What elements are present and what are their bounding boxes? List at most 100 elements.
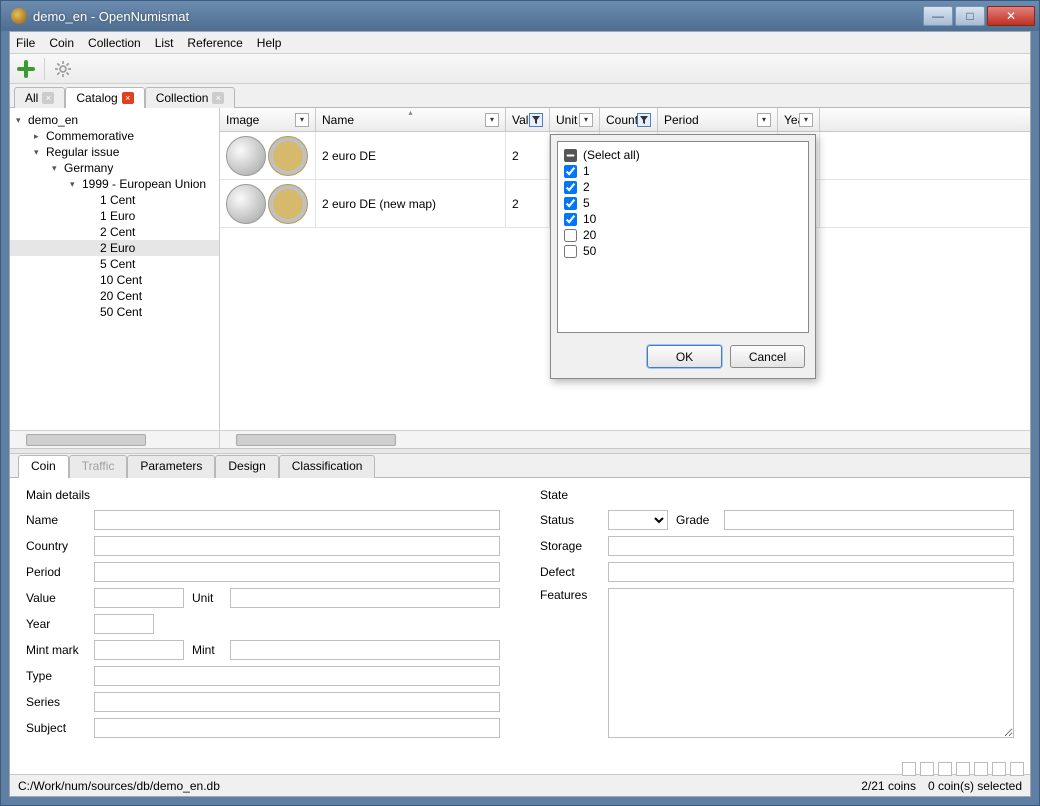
thumb-slot[interactable] bbox=[938, 762, 952, 776]
tab-close-icon[interactable]: × bbox=[212, 92, 224, 104]
tree-item[interactable]: 10 Cent bbox=[10, 272, 219, 288]
tab-label: Catalog bbox=[76, 91, 117, 105]
minimize-button[interactable]: — bbox=[923, 6, 953, 26]
column-filter-icon[interactable] bbox=[637, 113, 651, 127]
period-field[interactable] bbox=[94, 562, 500, 582]
column-filter-icon[interactable]: ▾ bbox=[579, 113, 593, 127]
filter-option[interactable]: 50 bbox=[564, 244, 802, 258]
series-field[interactable] bbox=[94, 692, 500, 712]
tab-collection[interactable]: Collection × bbox=[145, 87, 236, 108]
coin-reverse-icon bbox=[268, 184, 308, 224]
unit-field[interactable] bbox=[230, 588, 500, 608]
mintmark-field[interactable] bbox=[94, 640, 184, 660]
grid-hscroll[interactable] bbox=[220, 430, 1030, 448]
filter-select-all[interactable]: (Select all) bbox=[564, 148, 802, 162]
menu-coin[interactable]: Coin bbox=[49, 36, 74, 50]
label-mintmark: Mint mark bbox=[26, 643, 86, 657]
filter-option[interactable]: 1 bbox=[564, 164, 802, 178]
thumb-slot[interactable] bbox=[992, 762, 1006, 776]
column-filter-icon[interactable]: ▾ bbox=[485, 113, 499, 127]
subject-field[interactable] bbox=[94, 718, 500, 738]
country-field[interactable] bbox=[94, 536, 500, 556]
filter-option[interactable]: 5 bbox=[564, 196, 802, 210]
storage-field[interactable] bbox=[608, 536, 1014, 556]
ok-button[interactable]: OK bbox=[647, 345, 722, 368]
menu-collection[interactable]: Collection bbox=[88, 36, 141, 50]
defect-field[interactable] bbox=[608, 562, 1014, 582]
tree[interactable]: ▾demo_en▸Commemorative▾Regular issue▾Ger… bbox=[10, 108, 219, 430]
menu-help[interactable]: Help bbox=[257, 36, 282, 50]
features-field[interactable] bbox=[608, 588, 1014, 738]
detail-tab-coin[interactable]: Coin bbox=[18, 455, 69, 478]
tree-item[interactable]: 5 Cent bbox=[10, 256, 219, 272]
tree-item[interactable]: 2 Euro bbox=[10, 240, 219, 256]
toolbar-separator bbox=[44, 58, 45, 80]
thumb-slot[interactable] bbox=[1010, 762, 1024, 776]
mint-field[interactable] bbox=[230, 640, 500, 660]
thumb-slot[interactable] bbox=[974, 762, 988, 776]
thumb-slot[interactable] bbox=[920, 762, 934, 776]
tree-item[interactable]: 2 Cent bbox=[10, 224, 219, 240]
tree-item[interactable]: ▾demo_en bbox=[10, 112, 219, 128]
tree-item[interactable]: 1 Cent bbox=[10, 192, 219, 208]
filter-option[interactable]: 2 bbox=[564, 180, 802, 194]
status-select[interactable] bbox=[608, 510, 668, 530]
filter-checkbox[interactable] bbox=[564, 245, 577, 258]
filter-checkbox[interactable] bbox=[564, 197, 577, 210]
tree-item[interactable]: ▾Regular issue bbox=[10, 144, 219, 160]
maximize-button[interactable]: □ bbox=[955, 6, 985, 26]
tab-close-icon[interactable]: × bbox=[122, 92, 134, 104]
gear-icon[interactable] bbox=[53, 59, 73, 79]
close-button[interactable]: ✕ bbox=[987, 6, 1035, 26]
column-filter-icon[interactable] bbox=[529, 113, 543, 127]
menu-reference[interactable]: Reference bbox=[187, 36, 242, 50]
menu-bar: File Coin Collection List Reference Help bbox=[10, 32, 1030, 54]
thumb-slot[interactable] bbox=[902, 762, 916, 776]
value-field[interactable] bbox=[94, 588, 184, 608]
detail-body: Main details Name Country Period Value U… bbox=[10, 478, 1030, 774]
cancel-button[interactable]: Cancel bbox=[730, 345, 805, 368]
menu-list[interactable]: List bbox=[155, 36, 174, 50]
column-filter-icon[interactable]: ▾ bbox=[295, 113, 309, 127]
detail-tab-parameters[interactable]: Parameters bbox=[127, 455, 215, 478]
tree-item[interactable]: 50 Cent bbox=[10, 304, 219, 320]
year-field[interactable] bbox=[94, 614, 154, 634]
tab-all[interactable]: All × bbox=[14, 87, 65, 108]
column-header-unit[interactable]: Unit▾ bbox=[550, 108, 600, 131]
thumb-slot[interactable] bbox=[956, 762, 970, 776]
add-icon[interactable] bbox=[16, 59, 36, 79]
column-header-name[interactable]: Name▾▴ bbox=[316, 108, 506, 131]
filter-checkbox[interactable] bbox=[564, 181, 577, 194]
filter-checkbox[interactable] bbox=[564, 213, 577, 226]
filter-option[interactable]: 10 bbox=[564, 212, 802, 226]
column-header-year[interactable]: Yea▾ bbox=[778, 108, 820, 131]
tab-close-icon[interactable]: × bbox=[42, 92, 54, 104]
label-period: Period bbox=[26, 565, 86, 579]
column-filter-icon[interactable]: ▾ bbox=[757, 113, 771, 127]
tree-item[interactable]: ▸Commemorative bbox=[10, 128, 219, 144]
tree-item[interactable]: ▾1999 - European Union bbox=[10, 176, 219, 192]
column-header-period[interactable]: Period▾ bbox=[658, 108, 778, 131]
label-name: Name bbox=[26, 513, 86, 527]
menu-file[interactable]: File bbox=[16, 36, 35, 50]
filter-checkbox[interactable] bbox=[564, 229, 577, 242]
tree-hscroll[interactable] bbox=[10, 430, 219, 448]
column-header-value[interactable]: Valu bbox=[506, 108, 550, 131]
type-field[interactable] bbox=[94, 666, 500, 686]
name-field[interactable] bbox=[94, 510, 500, 530]
column-filter-icon[interactable]: ▾ bbox=[799, 113, 813, 127]
tree-item[interactable]: 1 Euro bbox=[10, 208, 219, 224]
detail-tab-classification[interactable]: Classification bbox=[279, 455, 376, 478]
tree-item[interactable]: ▾Germany bbox=[10, 160, 219, 176]
filter-option[interactable]: 20 bbox=[564, 228, 802, 242]
state-legend: State bbox=[540, 488, 1014, 502]
filter-checkbox[interactable] bbox=[564, 165, 577, 178]
detail-tab-design[interactable]: Design bbox=[215, 455, 278, 478]
tab-catalog[interactable]: Catalog × bbox=[65, 87, 144, 108]
grade-field[interactable] bbox=[724, 510, 1014, 530]
column-header-image[interactable]: Image▾ bbox=[220, 108, 316, 131]
filter-options-list[interactable]: (Select all) 1 2 5 10 20 50 bbox=[557, 141, 809, 333]
tree-item[interactable]: 20 Cent bbox=[10, 288, 219, 304]
column-header-country[interactable]: Countr bbox=[600, 108, 658, 131]
select-all-checkbox[interactable] bbox=[564, 149, 577, 162]
